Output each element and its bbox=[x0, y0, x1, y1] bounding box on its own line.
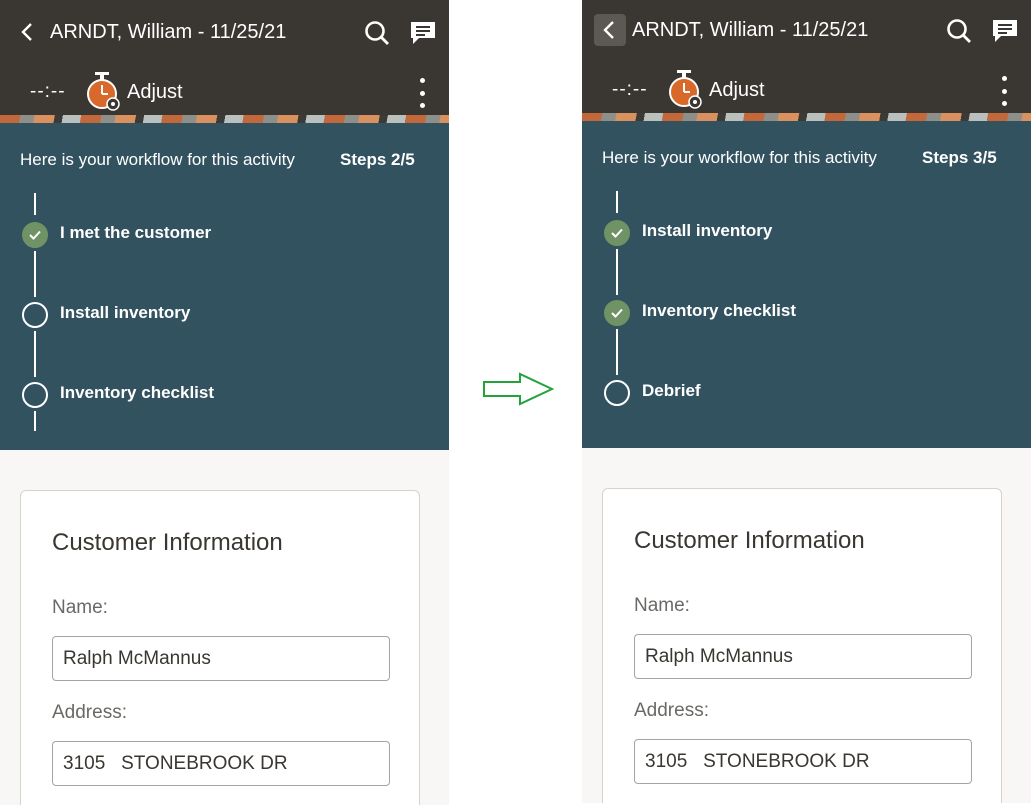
workflow-connector bbox=[34, 331, 36, 377]
step-completed-check-icon bbox=[604, 300, 630, 326]
workflow-intro: Here is your workflow for this activity bbox=[602, 148, 877, 167]
activity-timer: --:-- bbox=[30, 81, 66, 102]
back-button[interactable] bbox=[594, 14, 626, 46]
app-header: ARNDT, William - 11/25/21 --:-- Adjust bbox=[0, 0, 449, 123]
step-completed-check-icon bbox=[22, 222, 48, 248]
workflow-step-counter: Steps 2/5 bbox=[340, 150, 415, 169]
name-label: Name: bbox=[52, 597, 108, 618]
address-field[interactable]: 3105 STONEBROOK DR bbox=[52, 741, 390, 786]
stopwatch-adjust-icon[interactable] bbox=[665, 68, 703, 110]
more-options-icon[interactable] bbox=[996, 76, 1012, 106]
workflow-step-1[interactable]: I met the customer bbox=[60, 223, 211, 243]
customer-info-card: Customer Information Name: Ralph McMannu… bbox=[602, 488, 1002, 803]
workflow-connector bbox=[34, 251, 36, 297]
workflow-panel: Here is your workflow for this activity … bbox=[0, 123, 449, 450]
chat-icon[interactable] bbox=[409, 20, 437, 46]
card-title: Customer Information bbox=[52, 529, 283, 556]
name-field[interactable]: Ralph McMannus bbox=[634, 634, 972, 679]
header-banner-image bbox=[582, 113, 1031, 121]
address-label: Address: bbox=[52, 702, 127, 723]
address-label: Address: bbox=[634, 700, 709, 721]
content-area: Customer Information Name: Ralph McMannu… bbox=[582, 448, 1031, 803]
step-completed-check-icon bbox=[604, 220, 630, 246]
customer-info-card: Customer Information Name: Ralph McMannu… bbox=[20, 490, 420, 805]
search-icon[interactable] bbox=[945, 17, 973, 45]
chat-icon[interactable] bbox=[991, 18, 1019, 44]
adjust-label[interactable]: Adjust bbox=[709, 79, 765, 102]
card-title: Customer Information bbox=[634, 527, 865, 554]
header-banner-image bbox=[0, 115, 449, 123]
app-header: ARNDT, William - 11/25/21 --:-- Adjust bbox=[582, 0, 1031, 121]
page-title: ARNDT, William - 11/25/21 bbox=[50, 21, 287, 43]
workflow-panel: Here is your workflow for this activity … bbox=[582, 121, 1031, 448]
workflow-step-3[interactable]: Debrief bbox=[642, 381, 701, 401]
workflow-connector bbox=[616, 249, 618, 295]
chevron-left-icon bbox=[21, 23, 32, 41]
step-pending-icon bbox=[22, 302, 48, 328]
mobile-screen-after: ARNDT, William - 11/25/21 --:-- Adjust H… bbox=[582, 0, 1031, 803]
workflow-step-2[interactable]: Inventory checklist bbox=[642, 301, 796, 321]
page-title: ARNDT, William - 11/25/21 bbox=[632, 19, 869, 41]
more-options-icon[interactable] bbox=[414, 78, 430, 108]
name-label: Name: bbox=[634, 595, 690, 616]
workflow-step-3[interactable]: Inventory checklist bbox=[60, 383, 214, 403]
workflow-connector bbox=[34, 411, 36, 431]
back-button[interactable] bbox=[12, 16, 44, 48]
address-field[interactable]: 3105 STONEBROOK DR bbox=[634, 739, 972, 784]
workflow-connector bbox=[34, 193, 36, 215]
workflow-connector bbox=[616, 329, 618, 375]
workflow-step-1[interactable]: Install inventory bbox=[642, 221, 772, 241]
adjust-label[interactable]: Adjust bbox=[127, 81, 183, 104]
step-pending-icon bbox=[22, 382, 48, 408]
activity-timer: --:-- bbox=[612, 79, 648, 100]
workflow-step-counter: Steps 3/5 bbox=[922, 148, 997, 167]
mobile-screen-before: ARNDT, William - 11/25/21 --:-- Adjust H… bbox=[0, 0, 449, 805]
step-pending-icon bbox=[604, 380, 630, 406]
chevron-left-icon bbox=[603, 21, 614, 39]
workflow-step-2[interactable]: Install inventory bbox=[60, 303, 190, 323]
stopwatch-adjust-icon[interactable] bbox=[83, 70, 121, 112]
search-icon[interactable] bbox=[363, 19, 391, 47]
workflow-intro: Here is your workflow for this activity bbox=[20, 150, 295, 169]
content-area: Customer Information Name: Ralph McMannu… bbox=[0, 450, 449, 805]
transition-arrow-icon bbox=[483, 372, 555, 406]
name-field[interactable]: Ralph McMannus bbox=[52, 636, 390, 681]
workflow-connector bbox=[616, 191, 618, 213]
